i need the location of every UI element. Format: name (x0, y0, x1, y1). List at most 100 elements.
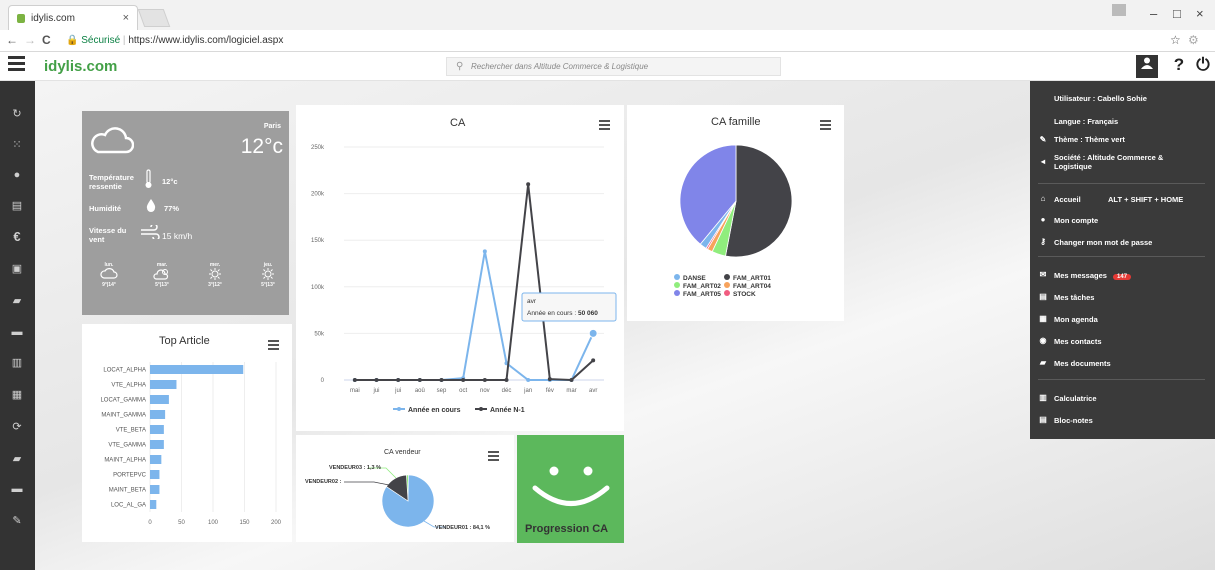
menu-accueil[interactable]: Accueil (1054, 195, 1081, 204)
folder-open-icon[interactable]: ▰ (9, 293, 25, 309)
minimize-button[interactable]: – (1150, 6, 1157, 21)
forecast-day: mar. 5°|13° (149, 262, 175, 288)
menu-contacts[interactable]: Mes contacts (1054, 337, 1102, 346)
files-icon[interactable]: ▦ (9, 387, 25, 403)
user-icon: ● (1040, 215, 1046, 224)
weather-temperature: 12°c (240, 135, 283, 158)
document-icon[interactable]: ▤ (9, 198, 25, 214)
series-point-1 (352, 378, 357, 382)
legend-label: FAM_ART05 (683, 291, 721, 298)
forecast-range: 9°|14° (102, 282, 116, 288)
series-point-1 (591, 358, 596, 363)
x-tick-label: 150 (239, 520, 250, 526)
x-tick-label: 100 (208, 520, 219, 526)
menu-messages[interactable]: Mes messages 147 (1054, 271, 1132, 280)
extension-icon[interactable]: ⚙ (1188, 33, 1199, 47)
reload-button[interactable]: C (42, 33, 51, 47)
legend-label: Année en cours (408, 407, 461, 414)
x-tick-label: 200 (271, 520, 282, 526)
cycle-icon[interactable]: ⟳ (9, 419, 25, 435)
user-panel: Utilisateur : Cabello Sohie Langue : Fra… (1030, 81, 1215, 439)
label-connector (344, 481, 390, 486)
address-bar-row: ← → C 🔒 Sécurisé | https://www.idylis.co… (0, 30, 1215, 52)
refresh-icon[interactable]: ↻ (9, 106, 25, 122)
truck-icon[interactable]: ▬ (9, 324, 25, 340)
theme[interactable]: Thème : Thème vert (1054, 135, 1125, 144)
bar (150, 485, 160, 494)
truck-settings-icon[interactable]: ▬ (9, 481, 25, 497)
menu-notepad[interactable]: Bloc-notes (1054, 416, 1093, 425)
calendar-icon: ▦ (1039, 314, 1047, 323)
help-icon[interactable]: ? (1168, 55, 1190, 78)
y-category-label: VTE_ALPHA (111, 383, 146, 389)
messages-icon: ✉ (1039, 270, 1047, 279)
series-point-1 (482, 378, 487, 382)
tab-title: idylis.com (31, 13, 75, 24)
network-icon[interactable]: ⁙ (9, 137, 25, 153)
folder-icon[interactable]: ▰ (9, 451, 25, 467)
x-tick-label: 0 (148, 520, 152, 526)
legend-marker (724, 274, 730, 280)
menu-tasks[interactable]: Mes tâches (1054, 293, 1094, 302)
calculator-icon[interactable]: ▥ (9, 355, 25, 371)
url-bar[interactable]: 🔒 Sécurisé | https://www.idylis.com/logi… (60, 32, 1165, 50)
series-point-1 (461, 378, 466, 382)
forward-button[interactable]: → (24, 33, 36, 47)
menu-documents[interactable]: Mes documents (1054, 359, 1111, 368)
users-icon[interactable]: ● (9, 167, 25, 183)
bar (150, 470, 160, 479)
maximize-button[interactable]: □ (1173, 6, 1181, 21)
humidity-label: Humidité (89, 204, 122, 213)
lock-icon: 🔒 (66, 35, 79, 46)
x-tick-label: mar (566, 388, 576, 394)
menu-change-password[interactable]: Changer mon mot de passe (1054, 238, 1152, 247)
app-logo[interactable]: idylis.com (44, 58, 117, 75)
series-point-0 (482, 249, 487, 254)
close-window-button[interactable]: × (1196, 6, 1204, 21)
search-input[interactable]: ⚲ Rechercher dans Altitude Commerce & Lo… (446, 57, 781, 76)
bar (150, 365, 244, 374)
y-tick-label: 50k (314, 331, 325, 337)
language[interactable]: Langue : Français (1054, 117, 1118, 126)
menu-agenda[interactable]: Mon agenda (1054, 315, 1098, 324)
hamburger-menu-icon[interactable] (8, 56, 25, 73)
y-category-label: VTE_BETA (116, 428, 146, 434)
water-drop-icon (146, 199, 156, 212)
menu-mon-compte[interactable]: Mon compte (1054, 216, 1098, 225)
wrench-icon[interactable]: ✎ (9, 513, 25, 529)
legend-label: FAM_ART04 (733, 283, 771, 290)
thermometer-icon (145, 169, 152, 188)
back-button[interactable]: ← (6, 33, 18, 47)
key-icon: ⚷ (1040, 237, 1046, 246)
euro-icon[interactable]: € (9, 229, 25, 245)
browser-tab-strip: idylis.com × – □ × (0, 0, 1215, 30)
new-tab-button[interactable] (137, 9, 171, 27)
tab-close-icon[interactable]: × (123, 12, 129, 24)
legend-label: DANSE (683, 275, 706, 282)
y-category-label: VTE_GAMMA (108, 443, 146, 449)
browser-tab[interactable]: idylis.com × (8, 5, 138, 30)
progression-ca-widget[interactable]: Progression CA (517, 435, 624, 543)
bar (150, 500, 157, 509)
series-point-1 (547, 377, 552, 382)
menu-calculator[interactable]: Calculatrice (1054, 394, 1097, 403)
home-icon: ⌂ (1040, 194, 1046, 203)
user-menu-button[interactable] (1136, 55, 1158, 78)
humidity-value: 77% (164, 204, 180, 213)
y-tick-label: 200k (311, 192, 325, 198)
society[interactable]: Société : Altitude Commerce & Logistique (1054, 153, 1199, 171)
separator (1038, 379, 1205, 380)
cloud-icon (91, 127, 134, 154)
cash-register-icon[interactable]: ▣ (9, 261, 25, 277)
url-separator: | (122, 35, 126, 46)
ca-chart-card: CA 0 50k 100k 150k 200k 250k mai jui jui aoû sep oc… (296, 105, 624, 431)
profile-icon[interactable] (1112, 4, 1126, 16)
search-placeholder: Rechercher dans Altitude Commerce & Logi… (471, 62, 649, 71)
y-category-label: MAINT_GAMMA (101, 413, 146, 419)
power-icon[interactable]: ⏻ (1192, 55, 1214, 78)
legend-label: STOCK (733, 291, 756, 298)
feel-label: Température ressentie (89, 173, 134, 191)
bookmark-star-icon[interactable]: ☆ (1170, 33, 1181, 47)
x-tick-label: nov (480, 388, 490, 394)
user-icon (1141, 57, 1153, 69)
